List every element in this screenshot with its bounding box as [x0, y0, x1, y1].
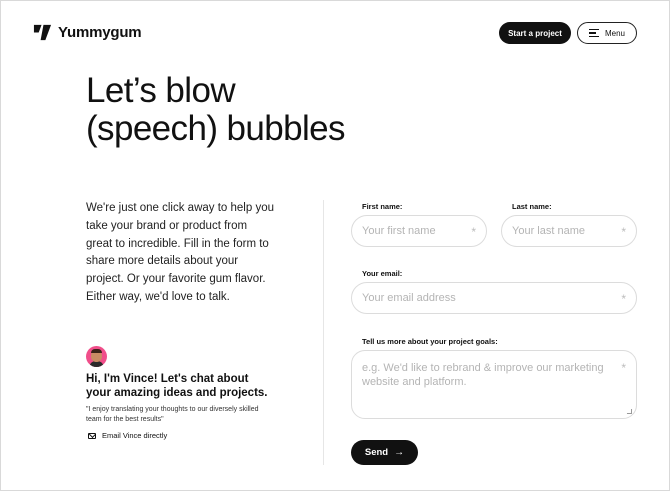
first-name-input[interactable] — [362, 216, 467, 246]
required-mark: * — [471, 225, 476, 239]
email-label: Your email: — [362, 269, 403, 278]
first-name-field[interactable]: * — [351, 215, 487, 247]
email-vince-link[interactable]: Email Vince directly — [88, 431, 167, 440]
send-label: Send — [364, 447, 389, 458]
required-mark: * — [621, 292, 626, 306]
last-name-label: Last name: — [512, 202, 552, 211]
avatar — [86, 346, 107, 367]
last-name-input[interactable] — [512, 216, 617, 246]
menu-label: Menu — [604, 28, 625, 38]
goals-textarea[interactable] — [362, 361, 622, 411]
menu-button[interactable]: Menu — [577, 22, 637, 44]
page-title-line-1: Let’s blow — [86, 71, 236, 110]
contact-quote: "I enjoy translating your thoughts to ou… — [86, 406, 259, 423]
brand-logo[interactable]: Yummygum — [33, 23, 142, 42]
first-name-label: First name: — [362, 202, 403, 211]
goals-field[interactable]: * — [351, 350, 637, 419]
contact-title: Hi, I'm Vince! Let's chat about your ama… — [86, 373, 268, 399]
send-button[interactable]: Send → — [351, 440, 418, 465]
required-mark: * — [621, 361, 626, 375]
email-input[interactable] — [362, 283, 612, 313]
yummygum-logo-icon — [33, 24, 52, 41]
resize-handle[interactable] — [626, 409, 633, 414]
brand-name: Yummygum — [58, 24, 142, 41]
start-project-button[interactable]: Start a project — [499, 22, 571, 44]
page-title-line-2: (speech) bubbles — [86, 109, 346, 148]
email-field[interactable]: * — [351, 282, 637, 314]
email-vince-label: Email Vince directly — [102, 431, 168, 440]
goals-label: Tell us more about your project goals: — [362, 337, 498, 346]
mail-icon — [88, 432, 96, 439]
required-mark: * — [621, 225, 626, 239]
intro-text: We're just one click away to help you ta… — [86, 202, 274, 303]
last-name-field[interactable]: * — [501, 215, 637, 247]
arrow-right-icon: → — [394, 447, 405, 458]
page-title: Let’s blow (speech) bubbles — [86, 71, 346, 148]
column-divider — [323, 200, 324, 465]
hamburger-icon — [588, 29, 599, 37]
